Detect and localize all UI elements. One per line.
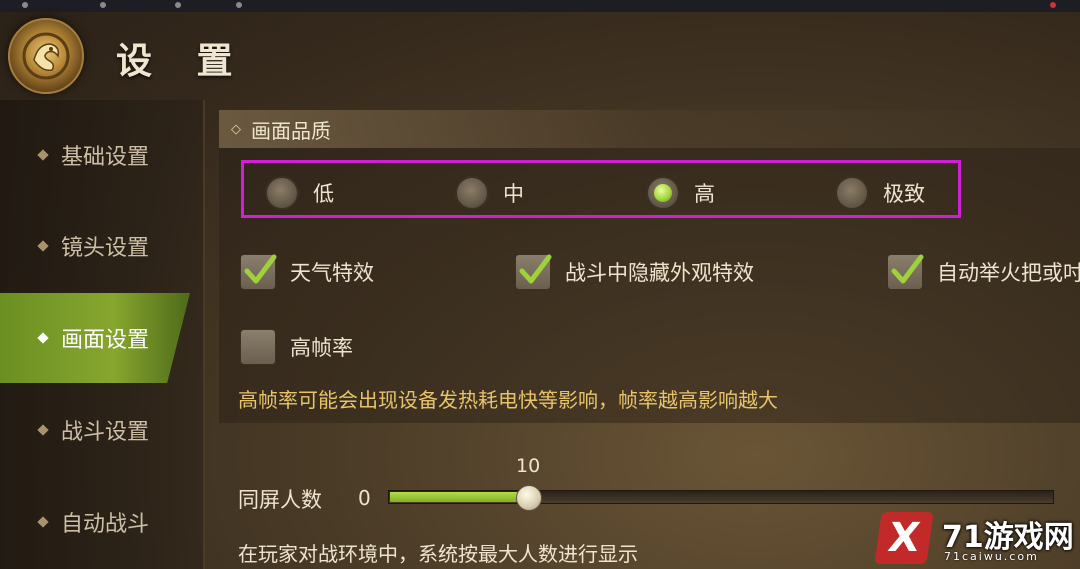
diamond-icon [37, 516, 49, 528]
sidebar-item-graphics[interactable]: 画面设置 [0, 293, 190, 383]
sidebar-item-label: 自动战斗 [61, 512, 150, 537]
quality-radio-high[interactable]: 高 [646, 176, 715, 210]
section-header: ◇ 画面品质 [219, 110, 1080, 148]
diamond-bullet-icon: ◇ [231, 121, 241, 137]
sidebar-item-label: 镜头设置 [61, 236, 150, 261]
sidebar-item-label: 画面设置 [61, 328, 150, 353]
radio-label: 极致 [883, 182, 925, 206]
checkbox-box [240, 329, 276, 365]
dragon-emblem-icon [8, 18, 84, 94]
slider-min-label: 0 [358, 486, 371, 510]
radio-label: 高 [694, 182, 715, 206]
checkbox-label: 战斗中隐藏外观特效 [565, 261, 754, 285]
checkbox-weather-effects[interactable]: 天气特效 [240, 254, 374, 290]
window-dot-icon [175, 2, 181, 8]
slider-value-label: 10 [516, 455, 541, 477]
quality-radio-medium[interactable]: 中 [455, 176, 524, 210]
sidebar-item-auto-battle[interactable]: 自动战斗 [0, 477, 190, 567]
checkbox-hide-appearance-effects[interactable]: 战斗中隐藏外观特效 [515, 254, 754, 290]
checkbox-high-framerate[interactable]: 高帧率 [240, 329, 353, 365]
checkbox-auto-torch[interactable]: 自动举火把或吋 [887, 254, 1080, 290]
sidebar-item-label: 战斗设置 [61, 420, 150, 445]
sidebar-item-combat[interactable]: 战斗设置 [0, 385, 190, 475]
radio-circle-icon [455, 176, 489, 210]
radio-circle-icon [646, 176, 680, 210]
diamond-icon [37, 424, 49, 436]
radio-circle-icon [835, 176, 869, 210]
diamond-icon [37, 332, 49, 344]
window-dot-icon [1050, 2, 1056, 8]
checkbox-box [515, 254, 552, 290]
slider-thumb[interactable] [516, 485, 542, 511]
slider-description: 在玩家对战环境中，系统按最大人数进行显示 [238, 542, 638, 566]
radio-label: 低 [313, 182, 334, 206]
quality-radio-low[interactable]: 低 [265, 176, 334, 210]
radio-selected-dot-icon [654, 184, 672, 202]
sidebar-item-camera[interactable]: 镜头设置 [0, 201, 190, 291]
slider-label: 同屏人数 [238, 488, 322, 512]
checkmark-icon [891, 254, 924, 284]
window-dot-icon [22, 2, 28, 8]
checkbox-label: 高帧率 [290, 336, 353, 360]
watermark-sub: 71caiwu.com [944, 550, 1039, 563]
sidebar-item-label: 基础设置 [61, 145, 150, 170]
page-title: 设 置 [116, 41, 249, 82]
slider-fill [390, 492, 529, 502]
checkmark-icon [519, 254, 552, 284]
sidebar-item-basic[interactable]: 基础设置 [0, 110, 190, 200]
checkbox-box [240, 254, 277, 290]
radio-circle-icon [265, 176, 299, 210]
section-title: 画面品质 [251, 118, 331, 143]
window-dot-icon [100, 2, 106, 8]
diamond-icon [37, 240, 49, 252]
checkbox-label: 天气特效 [290, 261, 374, 285]
watermark-logo-icon: X [874, 512, 934, 564]
checkmark-icon [244, 254, 277, 284]
checkbox-box [887, 254, 924, 290]
checkbox-label: 自动举火把或吋 [937, 261, 1080, 285]
watermark: X 71游戏网 71caiwu.com [858, 510, 1080, 569]
radio-label: 中 [503, 182, 524, 206]
window-dot-icon [236, 2, 242, 8]
framerate-warning-text: 高帧率可能会出现设备发热耗电快等影响，帧率越高影响越大 [238, 388, 778, 412]
window-top-bar [0, 0, 1080, 12]
quality-radio-ultra[interactable]: 极致 [835, 176, 925, 210]
diamond-icon [37, 149, 49, 161]
